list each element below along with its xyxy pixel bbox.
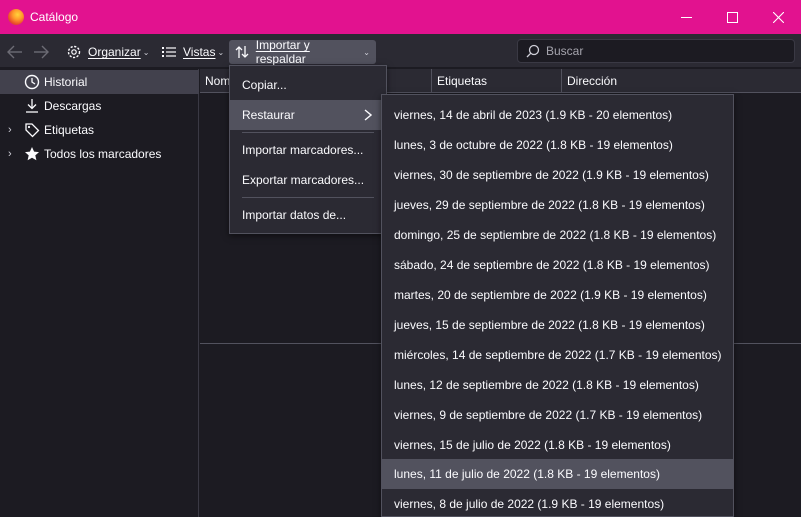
menu-item-import-bookmarks[interactable]: Importar marcadores...	[230, 135, 386, 165]
chevron-down-icon: ⌄	[142, 47, 150, 57]
menu-item-restore[interactable]: Restaurar	[230, 100, 386, 130]
backup-item[interactable]: sábado, 24 de septiembre de 2022 (1.8 KB…	[382, 250, 733, 280]
minimize-icon	[680, 16, 692, 18]
backup-item-label: domingo, 25 de septiembre de 2022 (1.8 K…	[394, 228, 717, 242]
title-bar: Catálogo	[0, 0, 801, 34]
backup-item-label: jueves, 29 de septiembre de 2022 (1.8 KB…	[394, 198, 705, 212]
backup-item-label: jueves, 15 de septiembre de 2022 (1.8 KB…	[394, 318, 705, 332]
chevron-down-icon: ⌄	[217, 47, 225, 57]
menu-item-label: Restaurar	[242, 108, 295, 122]
backup-item-label: viernes, 15 de julio de 2022 (1.8 KB - 1…	[394, 438, 671, 452]
sidebar-item-label: Descargas	[44, 99, 102, 113]
column-header-address[interactable]: Dirección	[562, 69, 801, 93]
backup-item[interactable]: viernes, 8 de julio de 2022 (1.9 KB - 19…	[382, 489, 733, 517]
sidebar-item-tags[interactable]: › Etiquetas	[0, 118, 199, 142]
sidebar-item-label: Todos los marcadores	[44, 147, 162, 161]
chevron-down-icon: ⌄	[363, 47, 370, 57]
import-backup-menu-button[interactable]: Importar y respaldar ⌄	[229, 38, 376, 66]
list-icon	[162, 47, 176, 57]
gear-icon	[67, 45, 81, 59]
backup-item-label: viernes, 14 de abril de 2023 (1.9 KB - 2…	[394, 108, 673, 122]
menu-item-copy[interactable]: Copiar...	[230, 70, 386, 100]
chevron-right-icon[interactable]: ›	[8, 148, 12, 160]
column-header-tags[interactable]: Etiquetas	[432, 69, 562, 93]
views-label: Vistas	[183, 45, 216, 59]
backup-item[interactable]: lunes, 11 de julio de 2022 (1.8 KB - 19 …	[382, 459, 733, 489]
backup-item-label: viernes, 9 de septiembre de 2022 (1.7 KB…	[394, 408, 703, 422]
star-icon	[25, 147, 39, 161]
arrow-right-icon	[34, 45, 49, 59]
sidebar-item-history[interactable]: Historial	[0, 70, 199, 94]
close-button[interactable]	[755, 0, 801, 34]
import-backup-menu: Copiar... Restaurar Importar marcadores.…	[229, 65, 387, 234]
backup-item-label: sábado, 24 de septiembre de 2022 (1.8 KB…	[394, 258, 710, 272]
menu-item-label: Copiar...	[242, 78, 287, 92]
backup-item[interactable]: lunes, 12 de septiembre de 2022 (1.8 KB …	[382, 370, 733, 400]
menu-item-label: Importar datos de...	[242, 208, 347, 222]
backup-item-label: viernes, 30 de septiembre de 2022 (1.9 K…	[394, 168, 709, 182]
chevron-right-icon	[364, 109, 372, 121]
views-menu-button[interactable]: Vistas ⌄	[158, 40, 228, 64]
backup-item[interactable]: miércoles, 14 de septiembre de 2022 (1.7…	[382, 340, 733, 370]
chevron-right-icon[interactable]: ›	[8, 124, 12, 136]
menu-separator	[242, 197, 374, 198]
menu-item-import-data[interactable]: Importar datos de...	[230, 200, 386, 230]
backup-item[interactable]: jueves, 29 de septiembre de 2022 (1.8 KB…	[382, 190, 733, 220]
menu-item-label: Exportar marcadores...	[242, 173, 365, 187]
organize-menu-button[interactable]: Organizar ⌄	[62, 40, 153, 64]
sidebar-item-label: Historial	[44, 75, 88, 89]
back-button[interactable]	[6, 40, 24, 64]
restore-submenu: viernes, 14 de abril de 2023 (1.9 KB - 2…	[381, 94, 734, 517]
close-icon	[772, 11, 784, 23]
menu-item-export-bookmarks[interactable]: Exportar marcadores...	[230, 165, 386, 195]
clock-icon	[24, 74, 40, 90]
sidebar-item-all-bookmarks[interactable]: › Todos los marcadores	[0, 142, 199, 166]
window-title: Catálogo	[30, 10, 79, 24]
backup-item-label: miércoles, 14 de septiembre de 2022 (1.7…	[394, 348, 722, 362]
backup-item[interactable]: viernes, 14 de abril de 2023 (1.9 KB - 2…	[382, 100, 733, 130]
sidebar: Historial Descargas › Etiquetas › Todos …	[0, 69, 199, 517]
arrow-left-icon	[7, 45, 22, 59]
backup-item-label: lunes, 11 de julio de 2022 (1.8 KB - 19 …	[394, 467, 660, 481]
search-icon	[526, 44, 540, 58]
tag-icon	[25, 123, 40, 138]
forward-button[interactable]	[32, 40, 50, 64]
backup-item-label: viernes, 8 de julio de 2022 (1.9 KB - 19…	[394, 497, 665, 511]
menu-separator	[242, 132, 374, 133]
backup-item-label: lunes, 3 de octubre de 2022 (1.8 KB - 19…	[394, 138, 673, 152]
backup-item[interactable]: lunes, 3 de octubre de 2022 (1.8 KB - 19…	[382, 130, 733, 160]
sidebar-item-downloads[interactable]: Descargas	[0, 94, 199, 118]
sort-arrows-icon	[235, 46, 249, 58]
organize-label: Organizar	[88, 45, 141, 59]
firefox-logo-icon	[8, 9, 24, 25]
backup-item-label: martes, 20 de septiembre de 2022 (1.9 KB…	[394, 288, 707, 302]
maximize-icon	[726, 11, 738, 23]
menu-item-label: Importar marcadores...	[242, 143, 364, 157]
download-icon	[26, 99, 38, 113]
minimize-button[interactable]	[663, 0, 709, 34]
sidebar-item-label: Etiquetas	[44, 123, 95, 137]
backup-item[interactable]: viernes, 15 de julio de 2022 (1.8 KB - 1…	[382, 430, 733, 460]
import-backup-label: Importar y respaldar	[255, 38, 310, 66]
backup-item[interactable]: viernes, 9 de septiembre de 2022 (1.7 KB…	[382, 400, 733, 430]
search-placeholder: Buscar	[546, 44, 584, 58]
maximize-button[interactable]	[709, 0, 755, 34]
backup-item[interactable]: martes, 20 de septiembre de 2022 (1.9 KB…	[382, 280, 733, 310]
backup-item-label: lunes, 12 de septiembre de 2022 (1.8 KB …	[394, 378, 699, 392]
backup-item[interactable]: jueves, 15 de septiembre de 2022 (1.8 KB…	[382, 310, 733, 340]
backup-item[interactable]: viernes, 30 de septiembre de 2022 (1.9 K…	[382, 160, 733, 190]
search-input[interactable]: Buscar	[517, 39, 795, 63]
backup-item[interactable]: domingo, 25 de septiembre de 2022 (1.8 K…	[382, 220, 733, 250]
